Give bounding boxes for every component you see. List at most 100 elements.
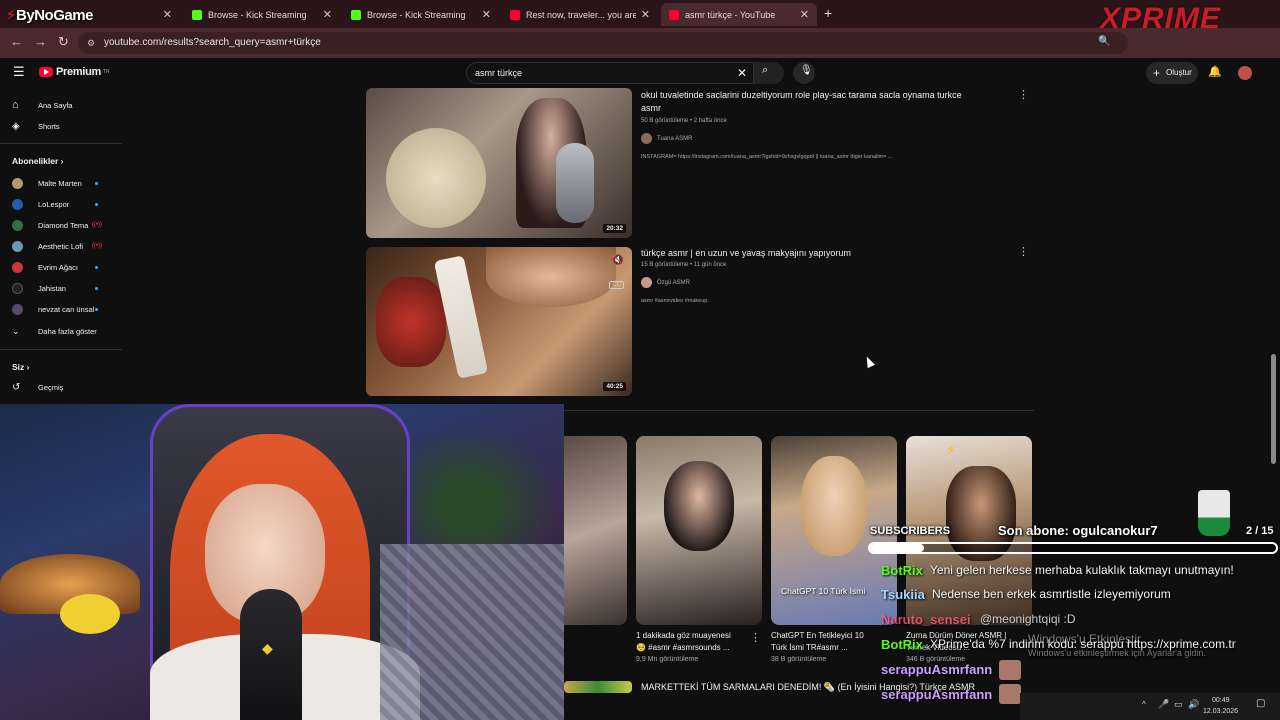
subscriptions-heading[interactable]: Abonelikler › — [12, 156, 64, 166]
sidebar-item-subscription[interactable]: Malte Marten — [12, 175, 112, 191]
video-thumbnail[interactable]: 🔇 CC 40:25 — [366, 247, 632, 396]
sidebar-item-subscription[interactable]: Jahistan — [12, 280, 112, 296]
clock-time[interactable]: 00:49 — [1212, 697, 1230, 704]
mute-icon[interactable]: 🔇 — [612, 255, 624, 266]
chat-message: Yeni gelen herkese merhaba kulaklık takm… — [930, 563, 1234, 577]
clear-search-icon[interactable]: ✕ — [737, 63, 747, 83]
more-options-icon[interactable]: ⋮ — [1018, 88, 1029, 101]
video-thumbnail[interactable]: 20:32 — [366, 88, 632, 238]
more-options-icon[interactable]: ⋮ — [1018, 245, 1029, 258]
search-input[interactable]: asmr türkçe ✕ — [466, 62, 754, 84]
duck-toy-image — [60, 594, 120, 634]
tab-label: asmr türkçe - YouTube — [685, 9, 776, 20]
sidebar-item-subscription[interactable]: LoLespor — [12, 196, 112, 212]
channel-link[interactable]: Tuana ASMR — [641, 133, 692, 144]
video-description: INSTAGRAM= https://instagram.com/tuana_a… — [641, 154, 893, 160]
avatar[interactable] — [1238, 66, 1252, 80]
close-icon[interactable]: ✕ — [323, 8, 332, 21]
person-image — [664, 461, 734, 551]
tab-kick-dashboard[interactable]: ✕ — [110, 3, 180, 26]
short-thumbnail[interactable] — [636, 436, 762, 625]
create-button[interactable]: + Oluştur — [1146, 62, 1198, 84]
show-more-button[interactable]: ⌄ Daha fazla göster — [12, 323, 112, 339]
close-icon[interactable]: ✕ — [641, 8, 650, 21]
network-icon[interactable]: ▭ — [1174, 699, 1183, 710]
notification-center-icon[interactable]: ▢ — [1256, 698, 1265, 709]
tab-asmr-youtube[interactable]: asmr türkçe - YouTube ✕ — [661, 3, 817, 26]
video-title[interactable]: türkçe asmr | en uzun ve yavaş makyajını… — [641, 247, 1001, 260]
close-icon[interactable]: ✕ — [163, 8, 172, 21]
browser-address-bar: ← → ↻ ⚙ youtube.com/results?search_query… — [0, 28, 1280, 58]
video-meta: 15 B görüntüleme • 11 gün önce — [641, 262, 727, 268]
chat-emote-icon — [999, 684, 1021, 704]
short-thumbnail[interactable] — [564, 436, 627, 625]
channel-link[interactable]: Özgü ASMR — [641, 277, 690, 288]
youtube-play-icon — [39, 67, 53, 77]
channel-avatar — [641, 133, 652, 144]
you-heading[interactable]: Siz › — [12, 362, 29, 372]
short-title[interactable]: ChatGPT En Tetikleyici 10 Türk İsmi TR#as… — [771, 630, 889, 654]
close-icon[interactable]: ✕ — [800, 8, 809, 21]
tab-rest-now[interactable]: Rest now, traveler... you are saf ✕ — [502, 3, 658, 26]
volume-icon[interactable]: 🔊 — [1188, 699, 1199, 710]
zoom-icon[interactable]: 🔍 — [1098, 36, 1110, 47]
menu-icon[interactable]: ☰ — [13, 64, 25, 80]
new-content-dot — [95, 202, 98, 206]
divider — [0, 143, 122, 144]
reload-icon[interactable]: ↻ — [58, 34, 69, 50]
microphone-tray-icon[interactable]: 🎤 — [1158, 699, 1169, 710]
tab-label: Browse - Kick Streaming — [367, 9, 466, 20]
sidebar-item-home[interactable]: ⌂ Ana Sayfa — [12, 97, 112, 113]
search-button[interactable]: ⌕ — [754, 62, 784, 84]
sidebar-item-subscription[interactable]: Aesthetic Lofi ((•)) — [12, 238, 112, 254]
sidebar-item-subscription[interactable]: Diamond Tema ((•)) — [12, 217, 112, 233]
close-icon[interactable]: ✕ — [482, 8, 491, 21]
mic-icon: 🎙 — [800, 65, 813, 76]
browser-tab-bar: ⚡ByNoGame ✕ Browse - Kick Streaming ✕ Br… — [0, 0, 1280, 35]
channel-avatar — [12, 261, 23, 273]
youtube-icon — [669, 9, 679, 20]
kick-icon — [192, 9, 202, 20]
new-tab-icon[interactable]: + — [824, 5, 832, 21]
sidebar-item-shorts[interactable]: ◈ Shorts — [12, 118, 112, 134]
short-title[interactable]: 1 dakikada göz muayenesi 🥺 #asmr #asmrsou… — [636, 630, 754, 654]
divider — [0, 349, 122, 350]
sidebar-item-subscription[interactable]: Evrim Ağacı — [12, 259, 112, 275]
webcam-feed: ◆ — [0, 404, 564, 720]
sidebar-item-history[interactable]: ↺ Geçmiş — [12, 379, 112, 395]
tab-kick-browse-1[interactable]: Browse - Kick Streaming ✕ — [184, 3, 340, 26]
channel-avatar — [12, 282, 23, 294]
new-content-dot — [95, 307, 98, 311]
chat-username: serappuAsmrfann — [881, 662, 993, 677]
url-input[interactable]: ⚙ youtube.com/results?search_query=asmr+… — [78, 32, 1128, 54]
video-title[interactable]: okul tuvaletinde saclarini duzeltiyorum … — [641, 89, 1001, 115]
home-icon: ⌂ — [12, 98, 19, 111]
site-info-icon[interactable]: ⚙ — [87, 32, 95, 54]
clock-date[interactable]: 12.03.2026 — [1203, 708, 1238, 715]
last-subscriber: Son abone: ogulcanokur7 — [998, 523, 1158, 538]
mannequin-hair-image — [386, 128, 486, 228]
chevron-up-icon[interactable]: ^ — [1142, 700, 1146, 709]
video-duration: 40:25 — [603, 382, 626, 391]
youtube-logo[interactable]: Premium TR — [39, 66, 110, 78]
video-thumbnail[interactable] — [564, 681, 632, 693]
kick-icon — [351, 9, 361, 20]
voice-search-button[interactable]: 🎙 — [793, 62, 815, 84]
page-scrollbar[interactable] — [1271, 354, 1276, 464]
channel-avatar — [12, 240, 23, 252]
channel-avatar — [12, 219, 23, 231]
chat-username: Tsukiia — [881, 587, 925, 602]
forward-icon[interactable]: → — [34, 34, 47, 49]
pikachu-sticker-icon: ◆ — [262, 640, 273, 656]
notifications-bell-icon[interactable]: 🔔 — [1208, 65, 1222, 78]
new-content-dot — [95, 286, 98, 290]
sidebar-item-subscription[interactable]: nevzat can ünsal — [12, 301, 112, 317]
subscriber-goal-fill — [870, 544, 924, 552]
more-options-icon[interactable]: ⋮ — [750, 631, 761, 644]
mouse-cursor-icon — [863, 354, 875, 369]
lightning-icon: ⚡ — [946, 442, 956, 458]
tab-kick-browse-2[interactable]: Browse - Kick Streaming ✕ — [343, 3, 499, 26]
captions-icon[interactable]: CC — [609, 281, 624, 289]
tab-label: Browse - Kick Streaming — [208, 9, 307, 20]
back-icon[interactable]: ← — [10, 34, 23, 49]
